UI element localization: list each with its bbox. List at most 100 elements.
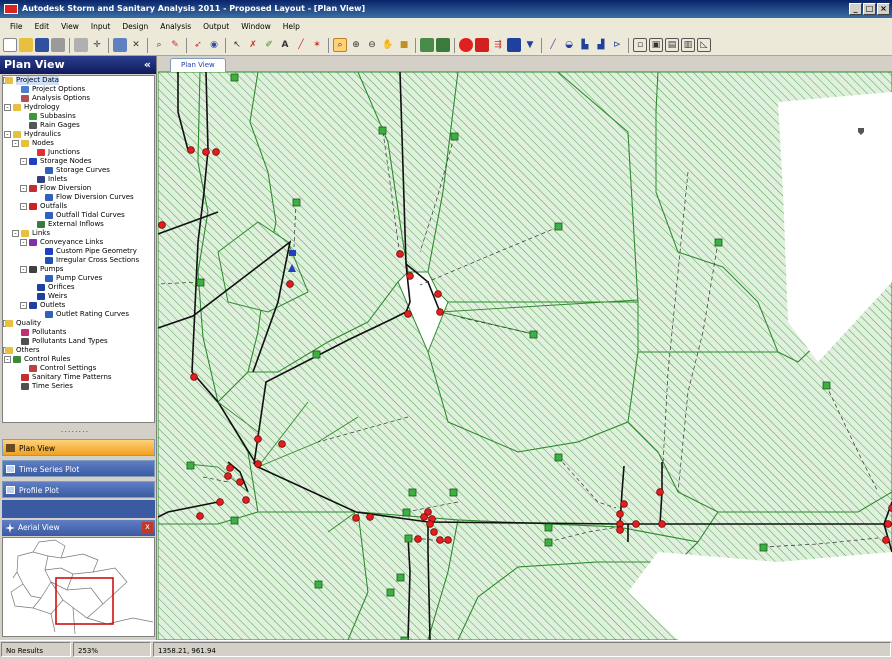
tree-item-pump-curves[interactable]: Pump Curves <box>3 274 154 283</box>
tree-item-project-data[interactable]: -Project Data <box>3 76 154 85</box>
tree-item-outlets[interactable]: - Outlets <box>3 301 154 310</box>
menu-output[interactable]: Output <box>197 22 235 31</box>
calculator-icon[interactable] <box>74 38 88 52</box>
minimize-button[interactable]: _ <box>849 3 862 15</box>
label-tool-icon[interactable]: ▫ <box>633 38 647 52</box>
profile-plot-button[interactable]: Profile Plot <box>2 481 155 498</box>
weir-tool-icon[interactable]: ▟ <box>594 38 608 52</box>
subbasin-marker[interactable] <box>450 132 459 141</box>
junction-node[interactable] <box>396 250 404 258</box>
menu-input[interactable]: Input <box>85 22 116 31</box>
tree-item-external-inflows[interactable]: External Inflows <box>3 220 154 229</box>
tree-item-rain-gages[interactable]: Rain Gages <box>3 121 154 130</box>
tree-expander[interactable]: - <box>20 203 27 210</box>
subbasin-marker[interactable] <box>292 198 301 207</box>
junction-node[interactable] <box>158 221 166 229</box>
orifice-tool-icon[interactable]: ▙ <box>578 38 592 52</box>
tree-item-pollutants-land-types[interactable]: Pollutants Land Types <box>3 337 154 346</box>
tree-item-others[interactable]: -Others <box>3 346 154 355</box>
vertex-icon[interactable]: ✗ <box>246 38 260 52</box>
subbasin-marker[interactable] <box>402 508 411 517</box>
subbasin-marker[interactable] <box>186 461 195 470</box>
junction-node[interactable] <box>404 310 412 318</box>
subbasin-marker[interactable] <box>544 538 553 547</box>
lock-icon[interactable]: ■ <box>397 38 411 52</box>
outfall-tool-icon[interactable] <box>475 38 489 52</box>
menu-window[interactable]: Window <box>235 22 277 31</box>
subbasin-11[interactable] <box>158 511 369 640</box>
graph-tool-icon[interactable]: ▥ <box>681 38 695 52</box>
tree-expander[interactable]: - <box>20 185 27 192</box>
tree-item-outfalls[interactable]: - Outfalls <box>3 202 154 211</box>
junction-node[interactable] <box>278 440 286 448</box>
tree-item-quality[interactable]: -Quality <box>3 319 154 328</box>
subbasin-marker[interactable] <box>386 588 395 597</box>
tree-item-outfall-tidal-curves[interactable]: Outfall Tidal Curves <box>3 211 154 220</box>
tree-item-control-settings[interactable]: Control Settings <box>3 364 154 373</box>
junction-node[interactable] <box>242 496 250 504</box>
junction-node[interactable] <box>366 513 374 521</box>
link-tool-icon[interactable]: ╱ <box>546 38 560 52</box>
menu-edit[interactable]: Edit <box>29 22 56 31</box>
pan-icon[interactable]: ✋ <box>381 38 395 52</box>
junction-node[interactable] <box>658 520 666 528</box>
splitter-grip[interactable]: ........ <box>55 425 95 434</box>
tab-plan-view[interactable]: Plan View <box>170 58 226 72</box>
save-icon[interactable] <box>35 38 49 52</box>
junction-node[interactable] <box>414 535 422 543</box>
collapse-button[interactable]: « <box>144 56 151 74</box>
select-icon[interactable]: ↖ <box>230 38 244 52</box>
subbasin-marker[interactable] <box>230 73 239 82</box>
copy-icon[interactable] <box>113 38 127 52</box>
junction-node[interactable] <box>420 513 428 521</box>
junction-node[interactable] <box>236 478 244 486</box>
app-icon[interactable] <box>4 4 18 14</box>
aerial-close-button[interactable]: x <box>142 522 153 533</box>
subbasin-marker[interactable] <box>314 580 323 589</box>
text-icon[interactable]: A <box>278 38 292 52</box>
tree-item-analysis-options[interactable]: Analysis Options <box>3 94 154 103</box>
subbasin-marker[interactable] <box>449 488 458 497</box>
menu-analysis[interactable]: Analysis <box>154 22 197 31</box>
tree-item-flow-diversion-curves[interactable]: Flow Diversion Curves <box>3 193 154 202</box>
open-icon[interactable] <box>19 38 33 52</box>
map-icon[interactable] <box>420 38 434 52</box>
junction-node[interactable] <box>620 500 628 508</box>
tree-expander[interactable]: - <box>12 230 19 237</box>
subbasin-marker[interactable] <box>396 573 405 582</box>
junction-node[interactable] <box>884 520 892 528</box>
menu-view[interactable]: View <box>55 22 85 31</box>
pump-tool-icon[interactable]: ◒ <box>562 38 576 52</box>
aerial-view[interactable] <box>2 537 155 637</box>
plan-view-button[interactable]: Plan View <box>2 439 155 456</box>
tree-item-links[interactable]: - Links <box>3 229 154 238</box>
junction-node[interactable] <box>436 308 444 316</box>
subbasin-marker[interactable] <box>759 543 768 552</box>
menu-help[interactable]: Help <box>277 22 306 31</box>
tree-item-control-rules[interactable]: - Control Rules <box>3 355 154 364</box>
junction-node[interactable] <box>226 464 234 472</box>
tree-item-nodes[interactable]: - Nodes <box>3 139 154 148</box>
tree-expander[interactable]: - <box>20 266 27 273</box>
find-icon[interactable]: ⌕ <box>152 38 166 52</box>
tool-icon[interactable]: ✎ <box>168 38 182 52</box>
tree-item-orifices[interactable]: Orifices <box>3 283 154 292</box>
tree-expander[interactable]: - <box>12 140 19 147</box>
tree-item-subbasins[interactable]: Subbasins <box>3 112 154 121</box>
run-icon[interactable]: ➶ <box>191 38 205 52</box>
junction-node[interactable] <box>254 435 262 443</box>
delete-icon[interactable]: ✕ <box>129 38 143 52</box>
table-icon[interactable] <box>436 38 450 52</box>
tree-item-conveyance-links[interactable]: - Conveyance Links <box>3 238 154 247</box>
draw-icon[interactable]: ✐ <box>262 38 276 52</box>
subbasin-marker[interactable] <box>404 534 413 543</box>
storage-node[interactable] <box>289 250 296 256</box>
zoom-out-icon[interactable]: ⊖ <box>365 38 379 52</box>
junction-node[interactable] <box>656 488 664 496</box>
subbasin-marker[interactable] <box>714 238 723 247</box>
measure-icon[interactable]: ✶ <box>310 38 324 52</box>
junction-node[interactable] <box>882 536 890 544</box>
outlet-tool-icon[interactable]: ⊳ <box>610 38 624 52</box>
junction-node[interactable] <box>254 460 262 468</box>
gauge-icon[interactable]: ◉ <box>207 38 221 52</box>
